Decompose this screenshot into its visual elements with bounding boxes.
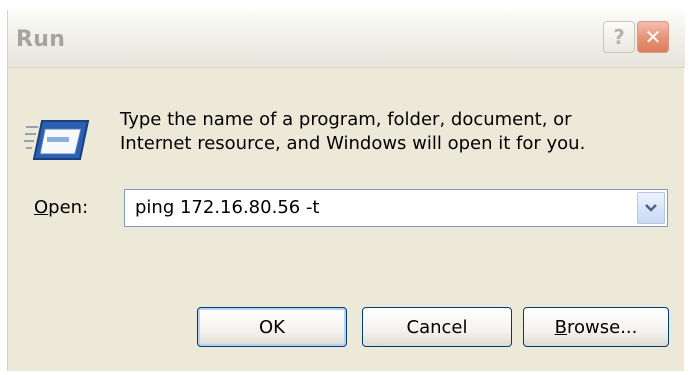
help-icon: ?: [613, 25, 625, 49]
close-icon: ✕: [644, 25, 662, 49]
open-label: Open:: [34, 197, 88, 218]
open-label-rest: pen:: [48, 197, 89, 218]
cancel-button-label: Cancel: [406, 316, 468, 338]
description-line-1: Type the name of a program, folder, docu…: [120, 109, 572, 130]
browse-button-mnemonic: B: [554, 316, 567, 338]
browse-button-label: rowse...: [567, 316, 638, 338]
window-title: Run: [16, 27, 66, 52]
description-line-2: Internet resource, and Windows will open…: [120, 133, 586, 154]
browse-button[interactable]: Browse...: [523, 307, 669, 347]
ok-button-label: OK: [259, 316, 285, 338]
run-dialog: Run ? ✕ Type the name of a program, fold…: [7, 10, 685, 371]
run-program-icon: [24, 120, 90, 160]
open-combobox[interactable]: ping 172.16.80.56 -t: [124, 189, 668, 227]
title-bar[interactable]: Run ? ✕: [8, 10, 685, 68]
chevron-down-icon: [645, 204, 657, 212]
open-input[interactable]: ping 172.16.80.56 -t: [135, 197, 320, 218]
close-button[interactable]: ✕: [637, 21, 669, 53]
help-button[interactable]: ?: [603, 21, 635, 53]
cancel-button[interactable]: Cancel: [362, 307, 512, 347]
open-label-mnemonic: O: [34, 197, 49, 218]
dropdown-button[interactable]: [637, 192, 665, 224]
description-text: Type the name of a program, folder, docu…: [120, 108, 585, 156]
ok-button[interactable]: OK: [197, 307, 347, 347]
